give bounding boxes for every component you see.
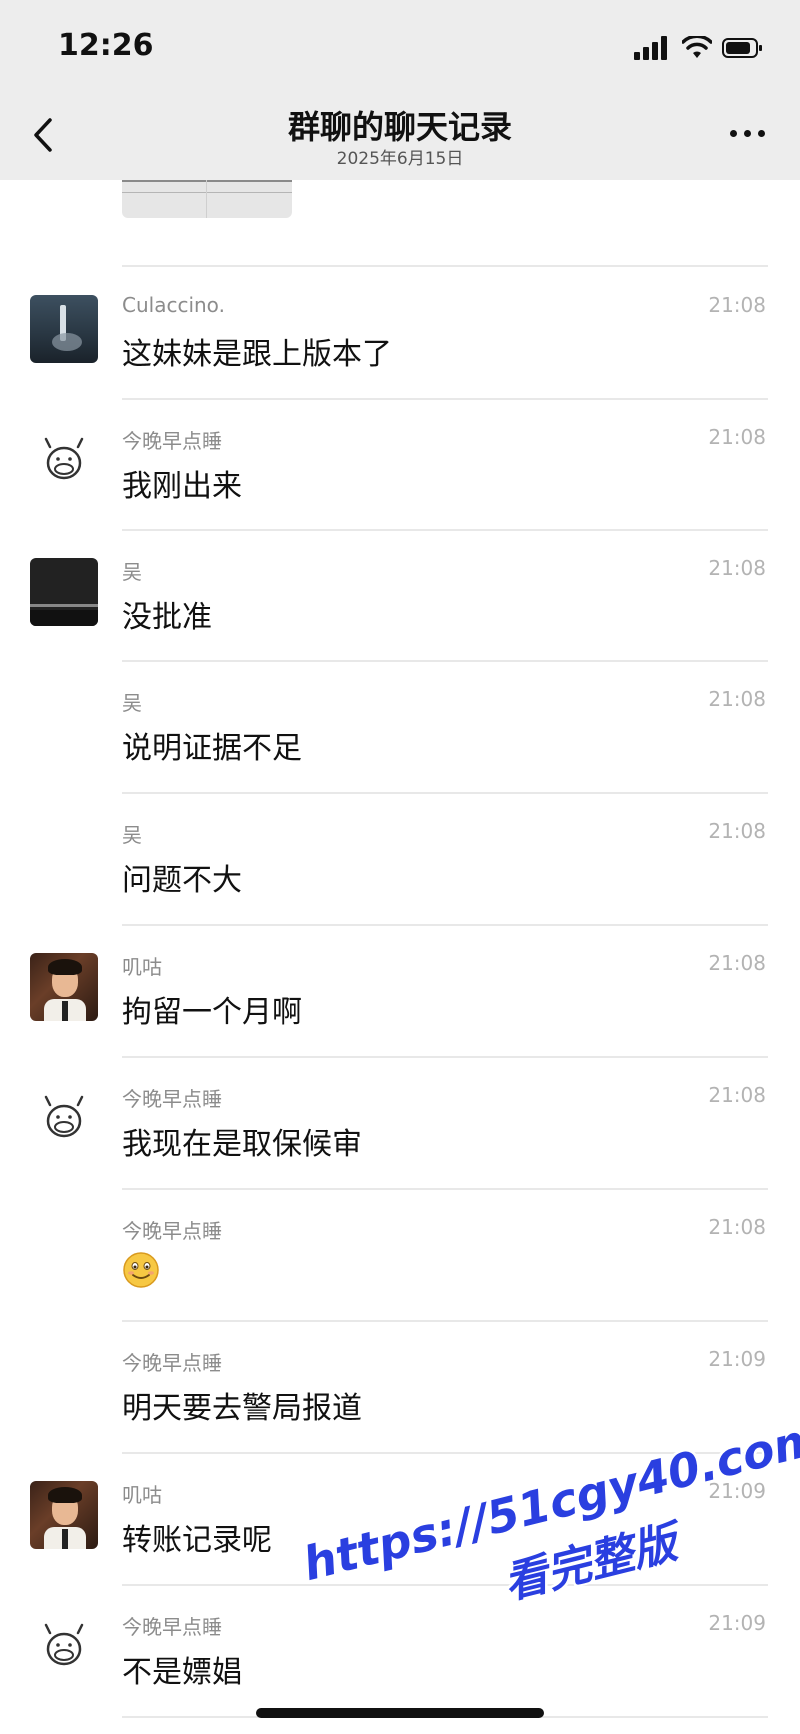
home-indicator[interactable] <box>256 1708 544 1718</box>
message-time: 21:08 <box>708 293 766 317</box>
list-item[interactable]: 吴 21:08 没批准 <box>0 530 800 662</box>
message-text: 转账记录呢 <box>122 1523 272 1558</box>
status-time: 12:26 <box>58 28 154 63</box>
list-item[interactable]: 叽咕 21:08 拘留一个月啊 <box>0 925 800 1057</box>
list-item[interactable]: 今晚早点睡 21:08 我现在是取保候审 <box>0 1057 800 1189</box>
page-subtitle: 2025年6月15日 <box>336 149 464 169</box>
message-time: 21:08 <box>708 951 766 975</box>
message-time: 21:09 <box>708 1611 766 1635</box>
cartoon-cow-avatar[interactable] <box>30 1085 98 1153</box>
sender-name: 今晚早点睡 <box>122 429 222 453</box>
sender-name: 吴 <box>122 691 142 715</box>
man-portrait-avatar[interactable] <box>30 1481 98 1549</box>
message-time: 21:08 <box>708 425 766 449</box>
sender-name: 吴 <box>122 823 142 847</box>
message-text: 说明证据不足 <box>122 731 302 766</box>
message-text: 拘留一个月啊 <box>122 995 302 1030</box>
cow-face-icon <box>44 1623 84 1666</box>
previous-image-message[interactable] <box>122 180 292 218</box>
nav-bar: 群聊的聊天记录 2025年6月15日 <box>0 90 800 180</box>
status-bar: 12:26 <box>0 0 800 90</box>
message-text: 没批准 <box>122 600 212 635</box>
message-text: 问题不大 <box>122 863 242 898</box>
list-item[interactable]: 吴 21:08 问题不大 <box>0 793 800 925</box>
message-time: 21:08 <box>708 819 766 843</box>
cellular-signal-icon <box>634 36 674 60</box>
list-item[interactable]: Culaccino. 21:08 这妹妹是跟上版本了 <box>0 267 800 399</box>
message-text: 我现在是取保候审 <box>122 1127 362 1162</box>
more-options-icon[interactable] <box>726 118 770 148</box>
message-time: 21:08 <box>708 1083 766 1107</box>
dark-avatar[interactable] <box>30 558 98 626</box>
sender-name: 今晚早点睡 <box>122 1219 222 1243</box>
message-text: 这妹妹是跟上版本了 <box>122 337 392 372</box>
cow-face-icon <box>44 437 84 480</box>
cartoon-cow-avatar[interactable] <box>30 1613 98 1681</box>
message-time: 21:08 <box>708 556 766 580</box>
message-time: 21:08 <box>708 1215 766 1239</box>
man-portrait-avatar[interactable] <box>30 953 98 1021</box>
message-time: 21:08 <box>708 687 766 711</box>
sender-name: 吴 <box>122 560 142 584</box>
cartoon-cow-avatar[interactable] <box>30 427 98 495</box>
battery-icon <box>722 38 762 58</box>
sender-name: Culaccino. <box>122 293 225 317</box>
sender-name: 今晚早点睡 <box>122 1351 222 1375</box>
sender-name: 叽咕 <box>122 955 162 979</box>
sender-name: 今晚早点睡 <box>122 1615 222 1639</box>
page-title: 群聊的聊天记录 <box>287 108 512 146</box>
status-icons <box>634 36 764 60</box>
sender-name: 叽咕 <box>122 1483 162 1507</box>
cow-face-icon <box>44 1095 84 1138</box>
smiley-emoji-icon <box>123 1252 159 1288</box>
message-text: 我刚出来 <box>122 469 242 504</box>
night-tower-avatar[interactable] <box>30 295 98 363</box>
message-text: 不是嫖娼 <box>122 1655 242 1690</box>
wifi-icon <box>682 36 712 58</box>
message-time: 21:09 <box>708 1347 766 1371</box>
list-item[interactable]: 今晚早点睡 21:08 <box>0 1189 800 1321</box>
list-item[interactable]: 吴 21:08 说明证据不足 <box>0 661 800 793</box>
message-text: 明天要去警局报道 <box>122 1391 362 1426</box>
sender-name: 今晚早点睡 <box>122 1087 222 1111</box>
list-item[interactable]: 今晚早点睡 21:08 我刚出来 <box>0 399 800 531</box>
